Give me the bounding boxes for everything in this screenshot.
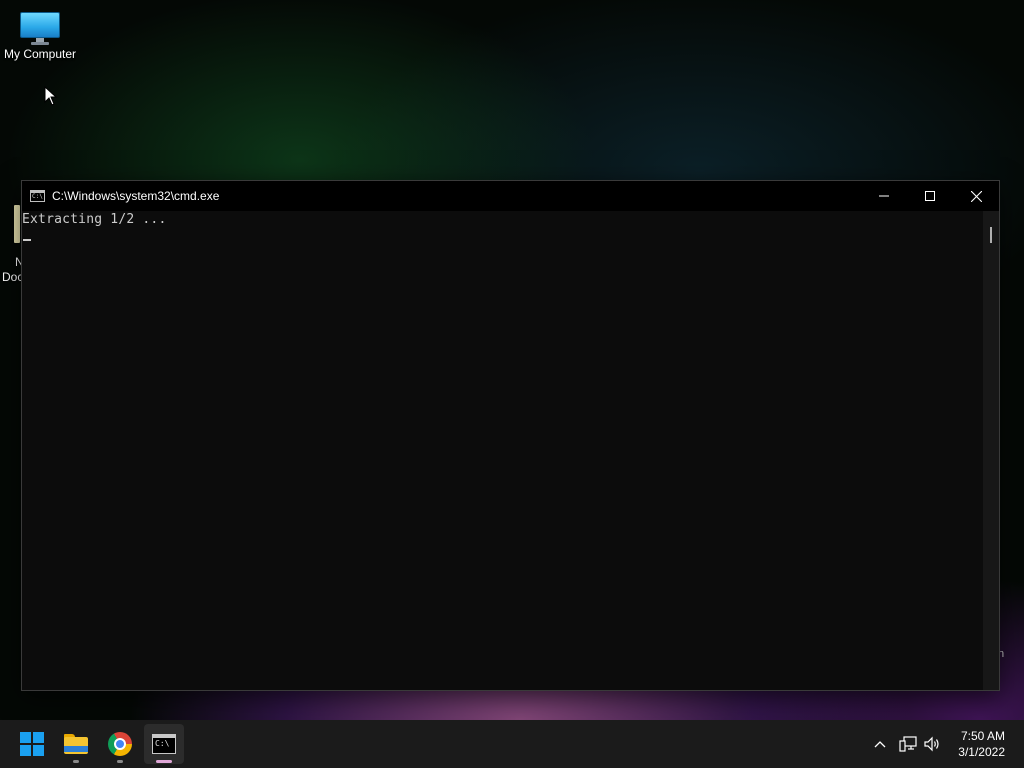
cmd-icon: C:\ (152, 734, 176, 754)
taskbar-command-prompt[interactable]: C:\ (144, 724, 184, 764)
network-button[interactable] (896, 720, 920, 768)
taskbar: C:\ 7:50 AM 3/1/2022 (0, 720, 1024, 768)
taskbar-clock[interactable]: 7:50 AM 3/1/2022 (958, 728, 1005, 760)
cmd-window[interactable]: C:\ C:\Windows\system32\cmd.exe Extracti… (21, 180, 1000, 691)
vertical-scrollbar[interactable] (983, 211, 999, 690)
computer-icon (20, 12, 60, 45)
console-output[interactable]: Extracting 1/2 ... (22, 211, 984, 690)
system-tray: 7:50 AM 3/1/2022 (868, 720, 1024, 768)
volume-button[interactable] (920, 720, 944, 768)
console-line: Extracting 1/2 ... (22, 212, 167, 227)
console-cursor (23, 239, 31, 241)
cmd-icon: C:\ (30, 190, 45, 202)
clock-date: 3/1/2022 (958, 745, 1005, 759)
show-hidden-icons-button[interactable] (868, 720, 892, 768)
chrome-icon (108, 732, 132, 756)
window-title: C:\Windows\system32\cmd.exe (52, 189, 220, 203)
close-button[interactable] (953, 181, 999, 211)
volume-icon (924, 736, 939, 752)
windows-start-icon (20, 732, 44, 756)
start-button[interactable] (12, 724, 52, 764)
running-indicator (117, 760, 123, 763)
window-titlebar[interactable]: C:\ C:\Windows\system32\cmd.exe (22, 181, 999, 211)
chevron-up-icon (874, 741, 886, 748)
mouse-pointer-icon (44, 86, 58, 106)
close-icon (970, 190, 982, 202)
minimize-button[interactable] (861, 181, 907, 211)
scrollbar-thumb[interactable] (990, 227, 992, 243)
window-controls (861, 181, 999, 211)
maximize-button[interactable] (907, 181, 953, 211)
minimize-icon (879, 195, 889, 197)
network-icon (899, 736, 917, 752)
maximize-icon (925, 191, 935, 201)
desktop-icon-label: My Computer (3, 47, 77, 61)
clock-time: 7:50 AM (960, 729, 1005, 743)
taskbar-file-explorer[interactable] (56, 724, 96, 764)
taskbar-chrome[interactable] (100, 724, 140, 764)
running-indicator (73, 760, 79, 763)
folder-icon (64, 734, 88, 754)
active-indicator (156, 760, 172, 763)
desktop-icon-my-computer[interactable]: My Computer (0, 10, 80, 61)
notepad-document-icon (14, 205, 20, 243)
